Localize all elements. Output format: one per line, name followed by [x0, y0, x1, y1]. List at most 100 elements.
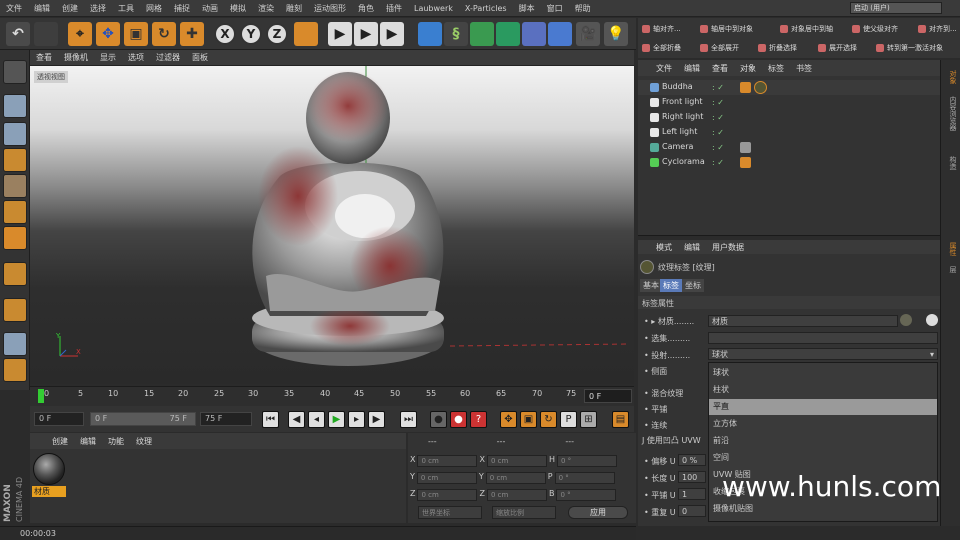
object-row-right-light[interactable]: Right light : ✓: [638, 110, 940, 125]
undo-button[interactable]: ↶: [6, 22, 30, 46]
perspective-viewport[interactable]: 透视视图 Y X: [30, 66, 634, 384]
model-mode-icon[interactable]: [3, 94, 27, 118]
polygons-mode-icon[interactable]: [3, 226, 27, 250]
timeline-window-icon[interactable]: ▤: [612, 411, 629, 428]
attr-menu-userdata[interactable]: 用户数据: [706, 242, 750, 253]
texture-tag-icon[interactable]: [754, 81, 767, 94]
record-key-icon[interactable]: ●: [430, 411, 447, 428]
auto-key-icon[interactable]: ●: [450, 411, 467, 428]
attr-menu-edit[interactable]: 编辑: [678, 242, 706, 253]
visibility-toggle[interactable]: : ✓: [712, 83, 724, 92]
workplane-mode-icon[interactable]: [3, 148, 27, 172]
material-preview[interactable]: [33, 453, 65, 485]
light-icon[interactable]: 💡: [604, 22, 628, 46]
apply-button[interactable]: 应用: [568, 506, 628, 519]
goto-active-button[interactable]: 转到第一激活对象: [876, 41, 943, 55]
viewport-menu-display[interactable]: 显示: [94, 52, 122, 63]
tab-layers[interactable]: 层: [944, 266, 958, 273]
size-mode-select[interactable]: 缩放比例: [492, 506, 556, 519]
camera-icon[interactable]: 🎥: [576, 22, 600, 46]
material-menu-edit[interactable]: 编辑: [74, 436, 102, 447]
menu-snap[interactable]: 捕捉: [168, 3, 196, 14]
target-tag-icon[interactable]: [740, 142, 751, 153]
coordinate-system-icon[interactable]: [294, 22, 318, 46]
redo-button[interactable]: [34, 22, 58, 46]
phong-tag-icon[interactable]: [740, 82, 751, 93]
position-y-field[interactable]: 0 cm: [416, 472, 477, 484]
collapse-selected-button[interactable]: 折叠选择: [758, 41, 797, 55]
visibility-toggle[interactable]: : ✓: [712, 158, 724, 167]
length-u-field[interactable]: 100: [678, 471, 706, 483]
viewport-menu-options[interactable]: 选项: [122, 52, 150, 63]
cube-icon[interactable]: [418, 22, 442, 46]
align-to-button[interactable]: 对齐到...: [918, 22, 957, 36]
material-menu-function[interactable]: 功能: [102, 436, 130, 447]
key-selection-icon[interactable]: ?: [470, 411, 487, 428]
visibility-toggle[interactable]: : ✓: [712, 98, 724, 107]
object-row-front-light[interactable]: Front light : ✓: [638, 95, 940, 110]
option-cubic[interactable]: 立方体: [709, 416, 937, 432]
render-settings-icon[interactable]: ▶: [380, 22, 404, 46]
y-axis-button[interactable]: Y: [240, 23, 262, 45]
layout-select[interactable]: 启动 (用户): [850, 2, 942, 14]
current-frame-field[interactable]: 0 F: [584, 389, 632, 403]
points-mode-icon[interactable]: [3, 174, 27, 198]
option-cylindrical[interactable]: 柱状: [709, 382, 937, 398]
next-key-icon[interactable]: ▶: [368, 411, 385, 428]
option-camera-map[interactable]: 摄像机贴图: [709, 501, 937, 517]
menu-edit[interactable]: 编辑: [28, 3, 56, 14]
key-rotation-icon[interactable]: ↻: [540, 411, 557, 428]
menu-file[interactable]: 文件: [0, 3, 28, 14]
tab-attributes[interactable]: 属性: [944, 242, 958, 256]
range-slider[interactable]: 0 F 75 F: [90, 412, 196, 426]
rotation-b-field[interactable]: 0 °: [556, 489, 617, 501]
option-frontal[interactable]: 前沿: [709, 433, 937, 449]
goto-start-icon[interactable]: ⏮: [262, 411, 279, 428]
offset-u-field[interactable]: 0 %: [678, 454, 706, 466]
menu-character[interactable]: 角色: [352, 3, 380, 14]
next-frame-icon[interactable]: ▸: [348, 411, 365, 428]
nurbs-icon[interactable]: [470, 22, 494, 46]
expand-selected-button[interactable]: 展开选择: [818, 41, 857, 55]
end-frame-field[interactable]: 75 F: [200, 412, 252, 426]
visibility-toggle[interactable]: : ✓: [712, 113, 724, 122]
floor-icon[interactable]: [548, 22, 572, 46]
option-spherical[interactable]: 球状: [709, 365, 937, 381]
objmgr-menu-view[interactable]: 查看: [706, 63, 734, 74]
tab-objects[interactable]: 对象: [944, 70, 958, 84]
select-tool-icon[interactable]: ⌖: [68, 22, 92, 46]
spline-icon[interactable]: §: [444, 22, 468, 46]
parent-align-button[interactable]: 使父级对齐: [852, 22, 898, 36]
objmgr-menu-object[interactable]: 对象: [734, 63, 762, 74]
menu-laubwerk[interactable]: Laubwerk: [408, 4, 459, 13]
menu-create[interactable]: 创建: [56, 3, 84, 14]
coordinate-space-select[interactable]: 世界坐标: [418, 506, 482, 519]
viewport-menu-filter[interactable]: 过滤器: [150, 52, 186, 63]
z-axis-button[interactable]: Z: [266, 23, 288, 45]
rotation-h-field[interactable]: 0 °: [556, 455, 617, 467]
render-picture-viewer-icon[interactable]: ▶: [354, 22, 378, 46]
play-icon[interactable]: ▶: [328, 411, 345, 428]
position-x-field[interactable]: 0 cm: [417, 455, 478, 467]
menu-script[interactable]: 脚本: [513, 3, 541, 14]
menu-sculpt[interactable]: 雕刻: [280, 3, 308, 14]
menu-select[interactable]: 选择: [84, 3, 112, 14]
objmgr-menu-bookmark[interactable]: 书签: [790, 63, 818, 74]
recent-tool-icon[interactable]: ✚: [180, 22, 204, 46]
tab-content-browser[interactable]: 内容浏览器: [944, 96, 958, 131]
scale-tool-icon[interactable]: ▣: [124, 22, 148, 46]
material-menu-create[interactable]: 创建: [46, 436, 74, 447]
cloner-icon[interactable]: [496, 22, 520, 46]
make-editable-icon[interactable]: [3, 60, 27, 84]
viewport-menu-panel[interactable]: 面板: [186, 52, 214, 63]
prev-frame-icon[interactable]: ◂: [308, 411, 325, 428]
key-scale-icon[interactable]: ▣: [520, 411, 537, 428]
option-flat[interactable]: 平直: [709, 399, 937, 415]
menu-window[interactable]: 窗口: [541, 3, 569, 14]
rotate-tool-icon[interactable]: ↻: [152, 22, 176, 46]
objmgr-menu-file[interactable]: 文件: [650, 63, 678, 74]
size-y-field[interactable]: 0 cm: [485, 472, 546, 484]
objmgr-menu-tag[interactable]: 标签: [762, 63, 790, 74]
compositing-tag-icon[interactable]: [740, 157, 751, 168]
object-row-cyclorama[interactable]: Cyclorama : ✓: [638, 155, 940, 170]
